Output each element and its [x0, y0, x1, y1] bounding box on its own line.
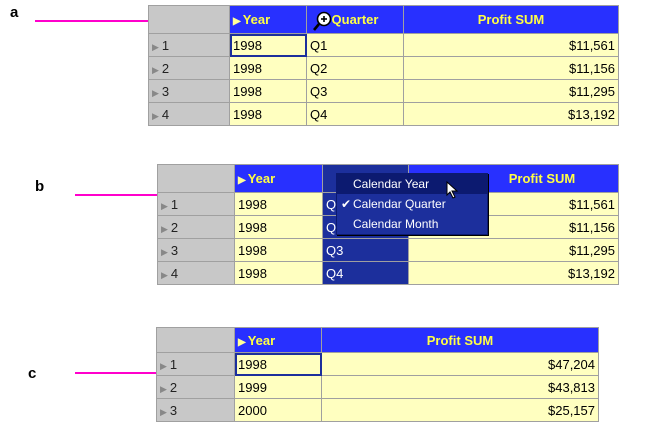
cell-quarter[interactable]: Q2 — [306, 56, 404, 80]
cell-profit[interactable]: $25,157 — [321, 398, 599, 422]
callout-c: c — [28, 365, 37, 382]
row-header[interactable]: ▶ 2 — [156, 375, 235, 399]
corner-cell — [148, 5, 230, 34]
row-header[interactable]: ▶ 1 — [156, 352, 235, 376]
cell-year[interactable]: 1998 — [229, 79, 307, 103]
table-row: ▶ 1 1998 $47,204 — [156, 352, 599, 376]
cell-quarter[interactable]: Q4 — [322, 261, 409, 285]
cell-profit[interactable]: $11,295 — [408, 238, 619, 262]
row-pointer-icon: ▶ — [152, 41, 159, 52]
cell-year[interactable]: 1999 — [234, 375, 322, 399]
cell-profit[interactable]: $47,204 — [321, 352, 599, 376]
row-header[interactable]: ▶ 3 — [157, 238, 235, 262]
column-header-year[interactable]: ▶ Year — [234, 327, 322, 353]
callout-a: a — [10, 4, 19, 21]
column-header-profit-sum[interactable]: Profit SUM — [403, 5, 619, 34]
cell-quarter[interactable]: Q3 — [306, 79, 404, 103]
mouse-pointer-icon — [446, 180, 460, 204]
row-pointer-icon: ▶ — [160, 360, 167, 371]
cell-year[interactable]: 2000 — [234, 398, 322, 422]
table-row: ▶ 4 1998 Q4 $13,192 — [157, 261, 619, 285]
zoom-cursor-icon — [312, 10, 334, 37]
row-header[interactable]: ▶ 1 — [157, 192, 235, 216]
table-row: ▶ 2 1999 $43,813 — [156, 375, 599, 399]
row-pointer-icon: ▶ — [160, 406, 167, 417]
cell-year[interactable]: 1998 — [229, 56, 307, 80]
cell-year[interactable]: 1998 — [229, 33, 307, 57]
column-header-profit-sum[interactable]: Profit SUM — [321, 327, 599, 353]
cell-year[interactable]: 1998 — [234, 352, 322, 376]
dimension-arrow-icon: ▶ — [233, 16, 241, 27]
table-row: ▶ 4 1998 Q4 $13,192 — [148, 102, 619, 126]
row-pointer-icon: ▶ — [160, 383, 167, 394]
cell-profit[interactable]: $43,813 — [321, 375, 599, 399]
menu-item-calendar-year[interactable]: Calendar Year — [337, 174, 487, 194]
callout-b: b — [35, 178, 45, 195]
dimension-arrow-icon: ▶ — [238, 175, 246, 186]
pivot-table-c: ▶ Year Profit SUM ▶ 1 1998 $47,204 ▶ 2 1999… — [156, 327, 599, 422]
cell-profit[interactable]: $11,295 — [403, 79, 619, 103]
cell-profit[interactable]: $13,192 — [408, 261, 619, 285]
cell-profit[interactable]: $13,192 — [403, 102, 619, 126]
dimension-arrow-icon: ▶ — [238, 336, 246, 348]
cell-profit[interactable]: $11,156 — [403, 56, 619, 80]
row-header[interactable]: ▶ 1 — [148, 33, 230, 57]
row-pointer-icon: ▶ — [152, 64, 159, 75]
pivot-table-a: ▶ Year Quarter Profit SUM ▶ 1 1998 Q1 $11,… — [148, 5, 619, 126]
cell-profit[interactable]: $11,561 — [403, 33, 619, 57]
context-menu: Calendar Year ✔ Calendar Quarter Calendar… — [336, 173, 488, 235]
cell-year[interactable]: 1998 — [234, 192, 323, 216]
cell-quarter[interactable]: Q4 — [306, 102, 404, 126]
check-icon: ✔ — [341, 197, 352, 211]
row-pointer-icon: ▶ — [161, 246, 168, 257]
table-row: ▶ 3 2000 $25,157 — [156, 398, 599, 422]
table-row: ▶ 3 1998 Q3 $11,295 — [157, 238, 619, 262]
cell-quarter[interactable]: Q3 — [322, 238, 409, 262]
column-header-year[interactable]: ▶ Year — [234, 164, 323, 193]
corner-cell — [156, 327, 235, 353]
row-header[interactable]: ▶ 3 — [156, 398, 235, 422]
column-header-year[interactable]: ▶ Year — [229, 5, 307, 34]
row-pointer-icon: ▶ — [161, 223, 168, 234]
row-pointer-icon: ▶ — [152, 87, 159, 98]
row-header[interactable]: ▶ 4 — [157, 261, 235, 285]
row-pointer-icon: ▶ — [161, 200, 168, 211]
table-row: ▶ 2 1998 Q2 $11,156 — [148, 56, 619, 80]
table-row: ▶ 3 1998 Q3 $11,295 — [148, 79, 619, 103]
cell-year[interactable]: 1998 — [229, 102, 307, 126]
row-pointer-icon: ▶ — [161, 269, 168, 280]
menu-item-calendar-month[interactable]: Calendar Month — [337, 214, 487, 234]
cell-year[interactable]: 1998 — [234, 215, 323, 239]
row-header[interactable]: ▶ 2 — [148, 56, 230, 80]
table-row: ▶ 1 1998 Q1 $11,561 — [148, 33, 619, 57]
row-pointer-icon: ▶ — [152, 110, 159, 121]
cell-year[interactable]: 1998 — [234, 238, 323, 262]
row-header[interactable]: ▶ 4 — [148, 102, 230, 126]
row-header[interactable]: ▶ 3 — [148, 79, 230, 103]
row-header[interactable]: ▶ 2 — [157, 215, 235, 239]
cell-year[interactable]: 1998 — [234, 261, 323, 285]
corner-cell — [157, 164, 235, 193]
menu-item-calendar-quarter[interactable]: ✔ Calendar Quarter — [337, 194, 487, 214]
